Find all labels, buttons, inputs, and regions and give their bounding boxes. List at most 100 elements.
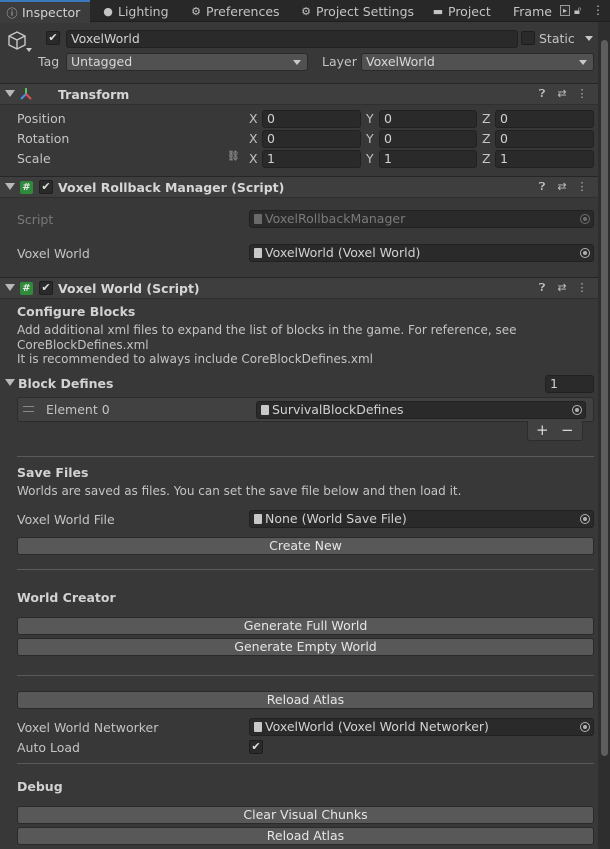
help-icon[interactable]: ❓︎ [536, 87, 548, 101]
create-new-button[interactable]: Create New [17, 537, 594, 555]
world-creator-heading: World Creator [17, 590, 116, 605]
tab-inspector[interactable]: ⓘ Inspector [0, 0, 90, 23]
rotation-y-field[interactable]: 0 [379, 130, 477, 148]
voxel-world-enabled-checkbox[interactable]: ✔ [39, 281, 53, 295]
context-menu-icon[interactable]: ⋮ [576, 281, 588, 295]
voxel-world-script-header[interactable]: # ✔ Voxel World (Script) ❓︎ ⇄ ⋮ [0, 277, 598, 299]
help-icon[interactable]: ❓︎ [536, 180, 548, 194]
block-defines-foldout-icon[interactable] [5, 379, 15, 386]
axis-z-label[interactable]: Z [482, 111, 491, 126]
more-options-icon[interactable]: ⋮ [592, 3, 604, 17]
tab-project[interactable]: ▬ Project [426, 0, 497, 22]
axis-x-label[interactable]: X [249, 151, 258, 166]
remove-element-button[interactable]: − [561, 421, 574, 439]
save-files-text: Worlds are saved as files. You can set t… [17, 484, 462, 498]
networker-label: Voxel World Networker [17, 720, 159, 735]
voxel-world-label: Voxel World [17, 246, 90, 261]
rotation-z-field[interactable]: 0 [495, 130, 594, 148]
tab-scroll-right-icon[interactable]: ▸ [560, 5, 570, 16]
add-element-button[interactable]: + [536, 421, 549, 439]
scale-z-field[interactable]: 1 [495, 150, 594, 168]
static-dropdown-icon[interactable] [585, 36, 593, 41]
scale-y-field[interactable]: 1 [379, 150, 477, 168]
axis-z-label[interactable]: Z [482, 151, 491, 166]
reload-atlas-debug-button[interactable]: Reload Atlas [17, 827, 594, 845]
debug-heading: Debug [17, 779, 63, 794]
generate-empty-world-button[interactable]: Generate Empty World [17, 638, 594, 656]
foldout-arrow-icon[interactable] [5, 284, 15, 291]
foldout-arrow-icon[interactable] [5, 90, 15, 97]
layer-label: Layer [322, 54, 357, 69]
position-z-field[interactable]: 0 [495, 110, 594, 128]
block-defines-label[interactable]: Block Defines [18, 376, 113, 391]
asset-file-icon [254, 514, 262, 524]
help-icon[interactable]: ❓︎ [536, 281, 548, 295]
foldout-arrow-icon[interactable] [5, 183, 15, 190]
active-checkbox[interactable]: ✔ [46, 31, 60, 45]
rollback-manager-title: Voxel Rollback Manager (Script) [58, 180, 285, 195]
auto-load-checkbox[interactable]: ✔ [249, 740, 263, 754]
configure-blocks-heading: Configure Blocks [17, 304, 136, 319]
object-picker-icon[interactable] [580, 722, 590, 732]
clear-visual-chunks-button[interactable]: Clear Visual Chunks [17, 806, 594, 824]
script-file-icon [254, 722, 262, 732]
generate-full-world-button[interactable]: Generate Full World [17, 617, 594, 635]
tab-lighting[interactable]: ● Lighting [96, 0, 175, 22]
static-checkbox[interactable] [521, 31, 535, 45]
constrain-proportions-icon[interactable]: ⛓︎ [227, 151, 240, 162]
transform-header[interactable]: Transform ❓︎ ⇄ ⋮ [0, 83, 598, 105]
networker-object-field[interactable]: VoxelWorld (Voxel World Networker) [249, 718, 594, 736]
static-label: Static [539, 31, 575, 46]
presets-icon[interactable]: ⇄ [556, 281, 568, 295]
configure-blocks-recommendation: It is recommended to always include Core… [17, 352, 374, 366]
presets-icon[interactable]: ⇄ [556, 180, 568, 194]
script-file-icon [254, 248, 262, 258]
icon-dropdown-arrow-icon[interactable] [26, 48, 32, 52]
axis-x-label[interactable]: X [249, 111, 258, 126]
object-picker-icon[interactable] [580, 514, 590, 524]
context-menu-icon[interactable]: ⋮ [576, 180, 588, 194]
info-icon: ⓘ [6, 6, 18, 20]
context-menu-icon[interactable]: ⋮ [576, 87, 588, 101]
object-picker-icon[interactable] [572, 405, 582, 415]
lock-icon[interactable]: 🔓︎ [574, 4, 581, 18]
scrollbar-thumb[interactable] [601, 40, 608, 756]
position-y-field[interactable]: 0 [379, 110, 477, 128]
presets-icon[interactable]: ⇄ [556, 87, 568, 101]
tab-frame-debugger[interactable]: Frame D [507, 0, 557, 22]
rotation-x-field[interactable]: 0 [262, 130, 361, 148]
script-hash-icon: # [20, 282, 33, 295]
reload-atlas-button[interactable]: Reload Atlas [17, 691, 594, 709]
object-picker-icon[interactable] [580, 248, 590, 258]
axis-z-label[interactable]: Z [482, 131, 491, 146]
tag-dropdown[interactable]: Untagged [66, 53, 308, 71]
scale-x-field[interactable]: 1 [262, 150, 361, 168]
separator [17, 456, 594, 457]
element-0-label: Element 0 [46, 402, 110, 417]
configure-blocks-text: Add additional xml files to expand the l… [17, 323, 517, 337]
tab-preferences[interactable]: ⚙ Preferences [184, 0, 286, 22]
position-x-field[interactable]: 0 [262, 110, 361, 128]
axis-y-label[interactable]: Y [366, 111, 374, 126]
transform-axis-icon [19, 87, 33, 104]
axis-x-label[interactable]: X [249, 131, 258, 146]
block-defines-size-field[interactable]: 1 [545, 375, 594, 393]
transform-title: Transform [58, 87, 130, 102]
gear-icon: ⚙ [301, 4, 311, 18]
axis-y-label[interactable]: Y [366, 131, 374, 146]
scale-label: Scale [17, 151, 51, 166]
drag-handle-icon[interactable] [23, 406, 34, 412]
rollback-enabled-checkbox[interactable]: ✔ [39, 180, 53, 194]
axis-y-label[interactable]: Y [366, 151, 374, 166]
gameobject-cube-icon [6, 30, 28, 55]
folder-icon: ▬ [432, 4, 444, 18]
tab-project-settings[interactable]: ⚙ Project Settings [294, 0, 420, 22]
separator [17, 569, 594, 570]
voxel-world-object-field[interactable]: VoxelWorld (Voxel World) [249, 244, 594, 262]
object-name-field[interactable]: VoxelWorld [66, 30, 518, 48]
element-0-object-field[interactable]: SurvivalBlockDefines [256, 401, 586, 419]
layer-dropdown[interactable]: VoxelWorld [361, 53, 594, 71]
configure-blocks-reference: CoreBlockDefines.xml [17, 338, 149, 352]
voxel-world-file-object-field[interactable]: None (World Save File) [249, 510, 594, 528]
rollback-manager-header[interactable]: # ✔ Voxel Rollback Manager (Script) ❓︎ ⇄… [0, 176, 598, 198]
